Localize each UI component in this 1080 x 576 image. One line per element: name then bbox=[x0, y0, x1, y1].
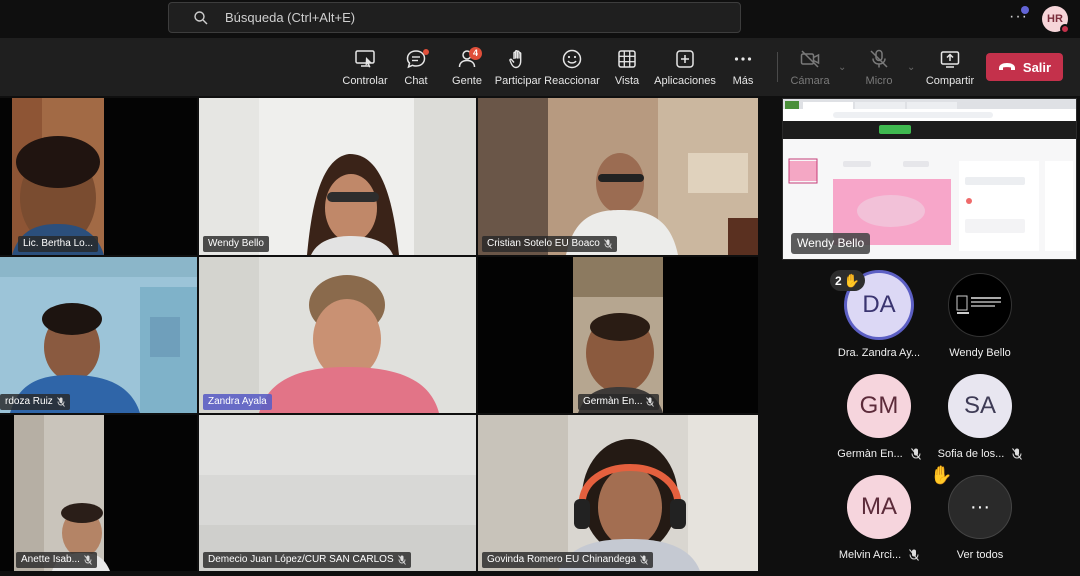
emoji-icon bbox=[562, 49, 582, 69]
participant-video bbox=[0, 415, 197, 571]
mic-off-icon bbox=[909, 549, 920, 561]
share-screen-icon bbox=[940, 51, 960, 68]
participant-name-label: Cristian Sotelo EU Boaco bbox=[482, 236, 617, 252]
video-tile-1[interactable]: Lic. Bertha Lo... bbox=[0, 98, 197, 255]
participant-card[interactable]: Wendy Bello bbox=[925, 273, 1035, 359]
video-tile-8[interactable]: Demecio Juan López/CUR SAN CARLOS bbox=[199, 415, 476, 571]
mic-button[interactable]: Micro bbox=[848, 48, 910, 87]
participant-card[interactable]: MA Melvin Arci... bbox=[824, 475, 934, 561]
more-icon bbox=[734, 57, 752, 61]
mic-chevron-down-icon[interactable]: ⌄ bbox=[907, 62, 915, 73]
participant-name: Germàn En... bbox=[824, 448, 934, 460]
leave-button[interactable]: Salir bbox=[986, 53, 1063, 81]
participant-name-label: Lic. Bertha Lo... bbox=[18, 236, 99, 252]
avatar: GM bbox=[847, 374, 911, 438]
avatar-logo bbox=[948, 273, 1012, 337]
share-button[interactable]: Compartir bbox=[919, 48, 981, 87]
grid-icon bbox=[618, 50, 636, 68]
participant-name-label-speaking: Zandra Ayala bbox=[203, 394, 272, 410]
search-icon bbox=[194, 10, 208, 24]
participant-name-label: Demecio Juan López/CUR SAN CARLOS bbox=[203, 552, 411, 568]
user-avatar[interactable]: HR bbox=[1042, 6, 1070, 34]
participant-card[interactable]: GM Germàn En... bbox=[824, 374, 934, 460]
mic-off-icon bbox=[56, 397, 65, 407]
participant-video bbox=[199, 415, 476, 571]
video-tile-4[interactable]: rdoza Ruiz bbox=[0, 257, 197, 413]
video-tile-2[interactable]: Wendy Bello bbox=[199, 98, 476, 255]
mic-off-icon bbox=[646, 397, 655, 407]
mic-off-icon bbox=[603, 239, 612, 249]
mic-off-icon bbox=[640, 555, 648, 565]
apps-button[interactable]: Aplicaciones bbox=[650, 48, 720, 87]
presenter-name-label: Wendy Bello bbox=[791, 233, 871, 254]
video-tile-9[interactable]: Govinda Romero EU Chinandega bbox=[478, 415, 758, 571]
view-all-button[interactable]: ··· ✋ Ver todos bbox=[925, 465, 1035, 561]
avatar: SA bbox=[948, 374, 1012, 438]
participant-name-label: Germàn En... bbox=[578, 394, 660, 410]
participant-name: Sofia de los... bbox=[925, 448, 1035, 460]
university-logo-icon bbox=[956, 295, 1001, 314]
camera-chevron-down-icon[interactable]: ⌄ bbox=[838, 62, 846, 73]
toolbar-separator bbox=[777, 52, 778, 82]
participant-name-label: Anette Isab... bbox=[16, 552, 97, 568]
participant-name-label: rdoza Ruiz bbox=[0, 394, 70, 410]
hang-up-icon bbox=[998, 63, 1015, 70]
mic-off-icon bbox=[870, 49, 888, 68]
mic-off-icon bbox=[397, 555, 406, 565]
raise-hand-button[interactable]: Participar bbox=[487, 48, 549, 87]
video-tile-7[interactable]: Anette Isab... bbox=[0, 415, 197, 571]
view-button[interactable]: Vista bbox=[596, 48, 658, 87]
more-participants-icon: ··· bbox=[948, 475, 1012, 539]
raised-hand-icon: ✋ bbox=[930, 465, 953, 485]
notification-badge bbox=[1021, 6, 1029, 14]
participant-name: Melvin Arci... bbox=[824, 549, 934, 561]
video-tile-6[interactable]: Germàn En... bbox=[478, 257, 758, 413]
title-bar: Búsqueda (Ctrl+Alt+E) ··· HR bbox=[0, 0, 1080, 38]
people-count-badge: 4 bbox=[469, 47, 482, 60]
raised-hand-badge: 2 ✋ bbox=[830, 270, 865, 291]
participant-video bbox=[478, 98, 758, 255]
more-button[interactable]: Más bbox=[712, 48, 774, 87]
participant-card[interactable]: DA 2 ✋ Dra. Zandra Ay... bbox=[824, 270, 934, 359]
participant-video bbox=[199, 257, 476, 413]
status-indicator bbox=[1060, 24, 1070, 34]
participant-video bbox=[0, 98, 197, 255]
meeting-toolbar: Controlar Chat 4 Gente Participar Reacci… bbox=[0, 38, 1080, 96]
participant-video bbox=[199, 98, 476, 255]
control-icon bbox=[355, 50, 375, 68]
view-all-label: Ver todos bbox=[956, 549, 1004, 561]
participant-video bbox=[0, 257, 197, 413]
mic-off-icon bbox=[1012, 448, 1023, 460]
mic-off-icon bbox=[910, 448, 921, 460]
raise-hand-icon bbox=[509, 50, 522, 69]
participant-name-label: Govinda Romero EU Chinandega bbox=[482, 552, 653, 568]
search-box[interactable]: Búsqueda (Ctrl+Alt+E) bbox=[168, 2, 741, 33]
participant-video bbox=[478, 415, 758, 571]
camera-off-icon bbox=[800, 50, 820, 68]
shared-screen[interactable]: Wendy Bello bbox=[782, 98, 1077, 260]
video-tile-3[interactable]: Cristian Sotelo EU Boaco bbox=[478, 98, 758, 255]
avatar: MA bbox=[847, 475, 911, 539]
mic-off-icon bbox=[84, 555, 92, 565]
participant-video bbox=[478, 257, 758, 413]
participant-card[interactable]: SA Sofia de los... bbox=[925, 374, 1035, 460]
raised-hand-icon: ✋ bbox=[843, 272, 860, 288]
react-button[interactable]: Reaccionar bbox=[541, 48, 603, 87]
participant-name: Wendy Bello bbox=[949, 347, 1011, 359]
participant-name-label: Wendy Bello bbox=[203, 236, 269, 252]
add-app-icon bbox=[676, 50, 694, 68]
search-placeholder: Búsqueda (Ctrl+Alt+E) bbox=[225, 10, 356, 25]
camera-button[interactable]: Cámara bbox=[779, 48, 841, 87]
participant-name: Dra. Zandra Ay... bbox=[837, 347, 921, 359]
chat-unread-dot bbox=[423, 49, 429, 55]
video-tile-5[interactable]: Zandra Ayala bbox=[199, 257, 476, 413]
